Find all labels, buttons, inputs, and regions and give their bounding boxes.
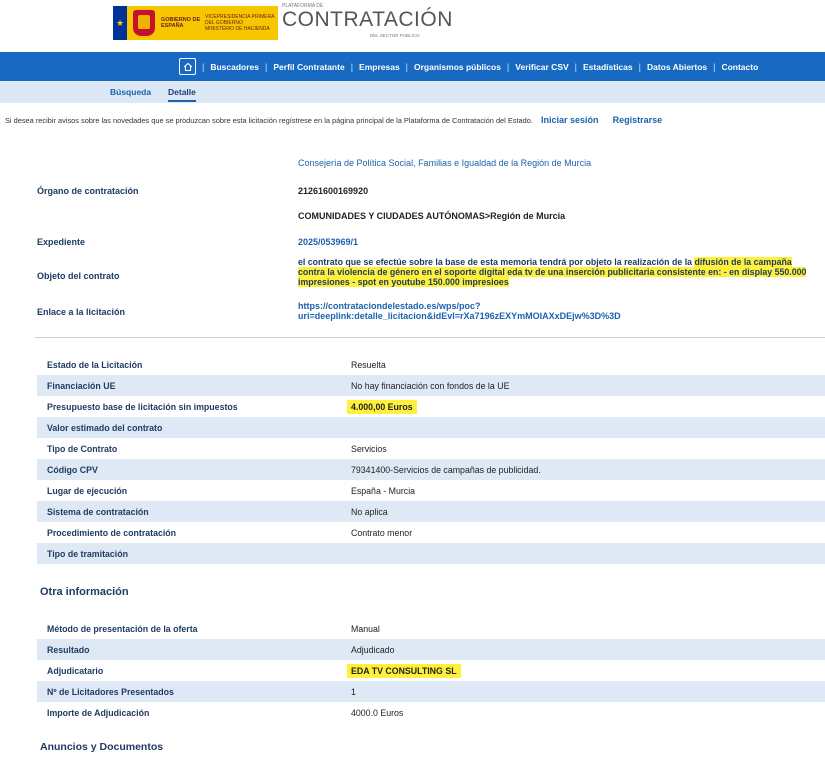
nav-separator: | [506, 61, 510, 72]
licitacion-table: Estado de la Licitación Resuelta Financia… [37, 354, 825, 564]
nav-separator: | [202, 61, 205, 72]
nav-estadisticas[interactable]: Estadísticas [583, 62, 633, 72]
nav-separator: | [638, 61, 641, 72]
site-title[interactable]: CONTRATACIÓN [282, 8, 453, 32]
tab-detalle[interactable]: Detalle [168, 87, 196, 102]
main-nav: | Buscadores | Perfil Contratante | Empr… [0, 52, 825, 81]
adjudicatario-value: EDA TV CONSULTING SL [347, 663, 461, 678]
nav-buscadores[interactable]: Buscadores [210, 62, 259, 72]
table-row: Adjudicatario EDA TV CONSULTING SL [37, 660, 825, 681]
table-row: Tipo de tramitación [37, 543, 825, 564]
nav-separator: | [405, 61, 409, 72]
nav-separator: | [265, 61, 268, 72]
table-row: Sistema de contratación No aplica [37, 501, 825, 522]
nav-separator: | [574, 61, 577, 72]
login-link[interactable]: Iniciar sesión [541, 115, 599, 125]
nav-organismos-publicos[interactable]: Organismos públicos [414, 62, 501, 72]
enlace-link[interactable]: https://contrataciondelestado.es/wps/poc… [298, 301, 621, 321]
nav-separator: | [350, 61, 354, 72]
nav-verificar-csv[interactable]: Verificar CSV [515, 62, 568, 72]
eu-flag-icon [113, 6, 127, 40]
nav-contacto[interactable]: Contacto [721, 62, 758, 72]
tab-busqueda[interactable]: Búsqueda [110, 87, 151, 97]
otra-informacion-table: Método de presentación de la oferta Manua… [37, 618, 825, 723]
consejeria-link[interactable]: Consejería de Política Social, Familias … [298, 158, 591, 168]
notice-text: Si desea recibir avisos sobre las noveda… [5, 116, 533, 125]
table-row: Método de presentación de la oferta Manua… [47, 623, 380, 634]
presupuesto-value: 4.000,00 Euros [347, 399, 417, 414]
table-row: Estado de la Licitación Resuelta [47, 359, 386, 370]
spain-crest-icon [133, 10, 155, 36]
table-row: Procedimiento de contratación Contrato me… [47, 527, 413, 538]
organo-id: 21261600169920 [298, 186, 369, 196]
table-row: Lugar de ejecución España - Murcia [47, 485, 416, 496]
table-row: Código CPV 79341400-Servicios de campañas… [37, 459, 825, 480]
objeto-label: Objeto del contrato [37, 271, 120, 281]
register-link[interactable]: Registrarse [613, 115, 663, 125]
table-row: Valor estimado del contrato [37, 417, 825, 438]
nav-empresas[interactable]: Empresas [359, 62, 400, 72]
table-row: Importe de Adjudicación 4000.0 Euros [47, 707, 404, 718]
table-row: Financiación UE No hay financiación con f… [37, 375, 825, 396]
tab-bar: Búsqueda Detalle [0, 81, 825, 103]
nav-datos-abiertos[interactable]: Datos Abiertos [647, 62, 707, 72]
otra-informacion-title: Otra información [40, 586, 129, 598]
gobierno-logo[interactable]: GOBIERNO DE ESPAÑA VICEPRESIDENCIA PRIME… [113, 6, 278, 40]
gov-ministry: VICEPRESIDENCIA PRIMERA DEL GOBIERNO MINI… [205, 14, 275, 32]
nav-separator: | [713, 61, 716, 72]
anuncios-title: Anuncios y Documentos [40, 741, 164, 753]
objeto-value: el contrato que se efectúe sobre la base… [298, 257, 807, 287]
table-row: Tipo de Contrato Servicios [47, 443, 387, 454]
home-icon[interactable] [179, 58, 196, 75]
expediente-label: Expediente [37, 237, 86, 247]
gov-name: GOBIERNO DE ESPAÑA [161, 16, 201, 30]
organo-label: Órgano de contratación [37, 186, 139, 196]
organo-tipo: COMUNIDADES Y CIUDADES AUTÓNOMAS>Región … [298, 211, 566, 221]
table-row: Resultado Adjudicado [37, 639, 825, 660]
site-header: GOBIERNO DE ESPAÑA VICEPRESIDENCIA PRIME… [0, 0, 825, 44]
section-divider [35, 337, 825, 338]
subscription-notice: Si desea recibir avisos sobre las noveda… [5, 115, 662, 125]
site-subtitle: DEL SECTOR PÚBLICO [370, 33, 420, 38]
expediente-value: 2025/053969/1 [298, 237, 359, 247]
table-row: Presupuesto base de licitación sin impue… [37, 396, 825, 417]
enlace-label: Enlace a la licitación [37, 307, 126, 317]
table-row: Nº de Licitadores Presentados 1 [37, 681, 825, 702]
nav-perfil-contratante[interactable]: Perfil Contratante [273, 62, 344, 72]
